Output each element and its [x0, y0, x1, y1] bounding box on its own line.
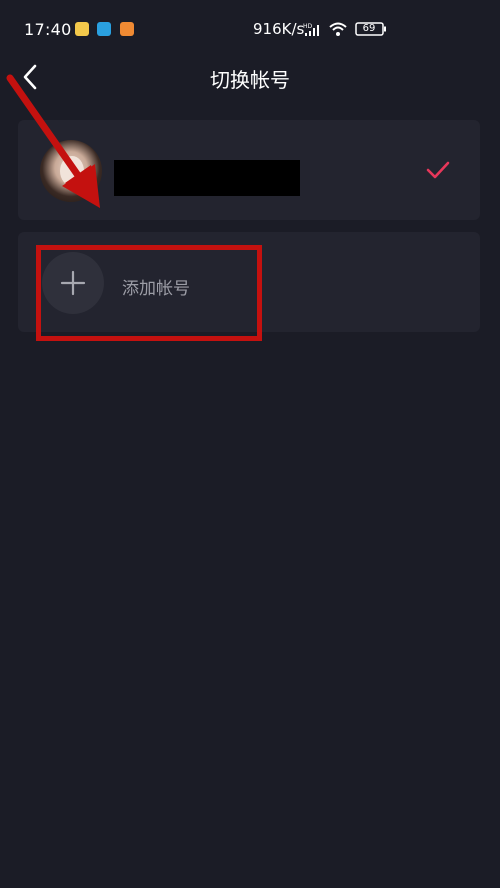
avatar [40, 140, 102, 202]
wifi-icon [329, 22, 347, 36]
svg-text:HD: HD [303, 23, 313, 30]
telegram-notification-icon [97, 22, 111, 36]
redacted-account-name [114, 160, 300, 196]
battery-level: 69 [362, 23, 376, 34]
message-notification-icon [75, 22, 89, 36]
status-time: 17:40 [24, 20, 72, 39]
network-speed: 916K/s [253, 20, 305, 38]
status-bar: 17:40 916K/s HD 69 [0, 0, 500, 58]
page-title: 切换帐号 [210, 68, 290, 92]
current-account-row[interactable] [18, 120, 480, 220]
signal-icon: HD [303, 23, 319, 36]
checkmark-icon [426, 161, 450, 179]
red-highlight-box [36, 245, 262, 341]
app-notification-icon [120, 22, 134, 36]
